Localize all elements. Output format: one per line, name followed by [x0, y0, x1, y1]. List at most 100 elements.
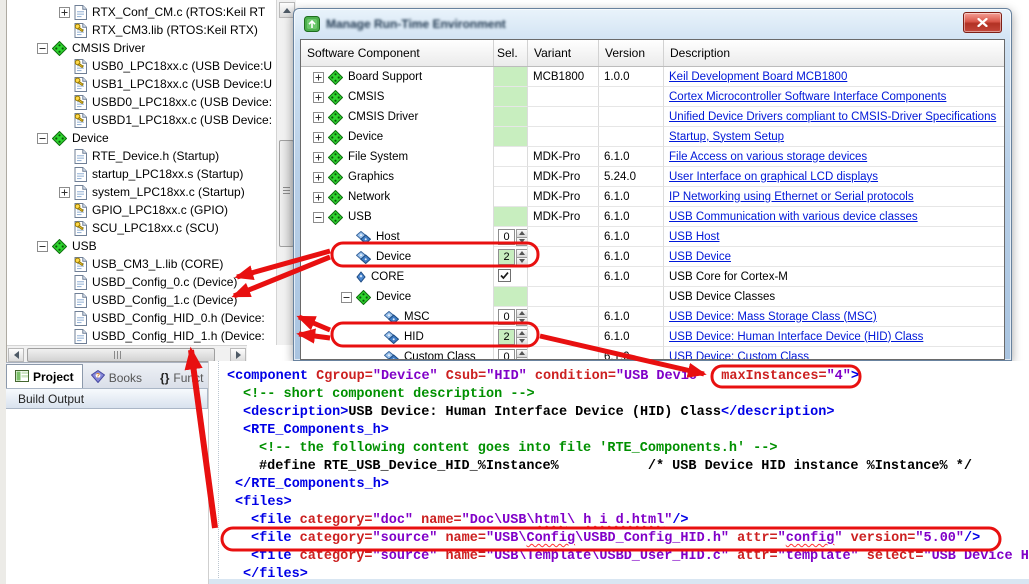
- tree-item-system_lpc18xx.c[interactable]: system_LPC18xx.c (Startup): [7, 183, 276, 201]
- arrow-down-icon: [519, 319, 525, 323]
- instance-count-stepper[interactable]: 0: [498, 229, 528, 245]
- description-link[interactable]: USB Device: Mass Storage Class (MSC): [669, 311, 877, 323]
- tree-item-usb0_lpc18xx.c[interactable]: USB0_LPC18xx.c (USB Device:U: [7, 57, 276, 75]
- tree-item-rte_device.h[interactable]: RTE_Device.h (Startup): [7, 147, 276, 165]
- rte-row-hid[interactable]: HID26.1.0USB Device: Human Interface Dev…: [301, 327, 1004, 347]
- stepper-buttons[interactable]: [516, 349, 528, 361]
- rte-row-msc[interactable]: MSC06.1.0USB Device: Mass Storage Class …: [301, 307, 1004, 327]
- stepper-buttons[interactable]: [516, 229, 528, 245]
- tree-item-usbd_config_hid_1.h[interactable]: USBD_Config_HID_1.h (Device:: [7, 327, 276, 345]
- rte-row-file-system[interactable]: File SystemMDK-Pro6.1.0File Access on va…: [301, 147, 1004, 167]
- expand-plus-box[interactable]: [313, 132, 324, 143]
- stepper-down-button[interactable]: [516, 357, 528, 361]
- description-link[interactable]: File Access on various storage devices: [669, 151, 867, 163]
- tree-item-usbd0_lpc18xx.c[interactable]: USBD0_LPC18xx.c (USB Device:: [7, 93, 276, 111]
- vertical-scroll-thumb[interactable]: [279, 140, 294, 247]
- tree-item-usbd_config_0.c[interactable]: USBD_Config_0.c (Device): [7, 273, 276, 291]
- scroll-right-button[interactable]: [230, 348, 246, 362]
- tree-item-cmsis[interactable]: CMSIS Driver: [7, 39, 276, 57]
- tree-item-usbd_config_1.c[interactable]: USBD_Config_1.c (Device): [7, 291, 276, 309]
- description-link[interactable]: Startup, System Setup: [669, 131, 784, 143]
- tree-item-usb1_lpc18xx.c[interactable]: USB1_LPC18xx.c (USB Device:U: [7, 75, 276, 93]
- build-output-panel[interactable]: [6, 409, 209, 584]
- tree-item-startup_lpc18xx.s[interactable]: startup_LPC18xx.s (Startup): [7, 165, 276, 183]
- description-link[interactable]: Unified Device Drivers compliant to CMSI…: [669, 111, 996, 123]
- scroll-left-button[interactable]: [8, 348, 24, 362]
- description-link[interactable]: USB Device: Custom Class: [669, 351, 809, 361]
- expand-plus-box[interactable]: [313, 92, 324, 103]
- rte-row-device[interactable]: DeviceStartup, System Setup: [301, 127, 1004, 147]
- tree-item-gpio_lpc18xx.c[interactable]: GPIO_LPC18xx.c (GPIO): [7, 201, 276, 219]
- arrow-down-icon: [519, 239, 525, 243]
- rte-row-board-support[interactable]: Board SupportMCB18001.0.0Keil Developmen…: [301, 67, 1004, 87]
- description-link[interactable]: User Interface on graphical LCD displays: [669, 171, 878, 183]
- stepper-buttons[interactable]: [516, 249, 528, 265]
- green-diamond-icon: [52, 239, 67, 254]
- rte-row-device[interactable]: DeviceUSB Device Classes: [301, 287, 1004, 307]
- expand-plus-box[interactable]: [313, 72, 324, 83]
- description-cell: USB Device: [664, 247, 1004, 267]
- description-link[interactable]: IP Networking using Ethernet or Serial p…: [669, 191, 914, 203]
- description-link[interactable]: USB Host: [669, 231, 720, 243]
- stepper-down-button[interactable]: [516, 317, 528, 326]
- tree-item-scu_lpc18xx.c[interactable]: SCU_LPC18xx.c (SCU): [7, 219, 276, 237]
- rte-row-cmsis-driver[interactable]: CMSIS DriverUnified Device Drivers compl…: [301, 107, 1004, 127]
- tree-item-usb_cm3_l.lib[interactable]: USB_CM3_L.lib (CORE): [7, 255, 276, 273]
- stepper-buttons[interactable]: [516, 329, 528, 345]
- rte-row-device[interactable]: Device26.1.0USB Device: [301, 247, 1004, 267]
- tree-item-device[interactable]: Device: [7, 129, 276, 147]
- collapse-minus-box[interactable]: [37, 241, 48, 252]
- description-cell: Startup, System Setup: [664, 127, 1004, 147]
- core-checkbox[interactable]: [496, 269, 511, 285]
- tab-books[interactable]: ? Books: [83, 367, 150, 389]
- tree-item-usbd1_lpc18xx.c[interactable]: USBD1_LPC18xx.c (USB Device:: [7, 111, 276, 129]
- collapse-minus-box[interactable]: [37, 43, 48, 54]
- tree-item-usb[interactable]: USB: [7, 237, 276, 255]
- description-link[interactable]: Keil Development Board MCB1800: [669, 71, 847, 83]
- stepper-down-button[interactable]: [516, 337, 528, 346]
- horizontal-scroll-thumb[interactable]: [27, 348, 215, 362]
- expand-plus-box[interactable]: [313, 172, 324, 183]
- instance-count-stepper[interactable]: 2: [498, 329, 528, 345]
- expand-plus-box[interactable]: [313, 192, 324, 203]
- rte-row-core[interactable]: CORE6.1.0USB Core for Cortex-M: [301, 267, 1004, 287]
- expand-plus-box[interactable]: [59, 187, 70, 198]
- variant-cell: MCB1800: [528, 67, 599, 87]
- description-link[interactable]: USB Communication with various device cl…: [669, 211, 918, 223]
- component-name-cell: MSC: [301, 307, 494, 327]
- stepper-down-button[interactable]: [516, 257, 528, 266]
- tab-project[interactable]: Project: [6, 364, 83, 389]
- component-name-cell: Board Support: [301, 67, 494, 87]
- tree-item-rtx_conf_cm.c[interactable]: RTX_Conf_CM.c (RTOS:Keil RT: [7, 3, 276, 21]
- rte-row-usb[interactable]: USBMDK-Pro6.1.0USB Communication with va…: [301, 207, 1004, 227]
- collapse-minus-box[interactable]: [313, 212, 324, 223]
- tree-item-usbd_config_hid_0.h[interactable]: USBD_Config_HID_0.h (Device:: [7, 309, 276, 327]
- stepper-down-button[interactable]: [516, 237, 528, 246]
- dialog-titlebar[interactable]: Manage Run-Time Environment: [294, 9, 1011, 39]
- collapse-minus-box[interactable]: [37, 133, 48, 144]
- expand-plus-box[interactable]: [313, 112, 324, 123]
- expand-plus-box[interactable]: [313, 152, 324, 163]
- tree-item-rtx_cm3.lib[interactable]: RTX_CM3.lib (RTOS:Keil RTX): [7, 21, 276, 39]
- instance-count-stepper[interactable]: 0: [498, 309, 528, 325]
- dialog-title: Manage Run-Time Environment: [326, 17, 506, 31]
- close-button[interactable]: [963, 12, 1002, 33]
- instance-count-stepper[interactable]: 2: [498, 249, 528, 265]
- description-link[interactable]: Cortex Microcontroller Software Interfac…: [669, 91, 946, 103]
- expand-plus-box[interactable]: [59, 7, 70, 18]
- stepper-buttons[interactable]: [516, 309, 528, 325]
- description-link[interactable]: USB Device: [669, 251, 731, 263]
- rte-row-custom-class[interactable]: Custom Class06.1.0USB Device: Custom Cla…: [301, 347, 1004, 360]
- rte-row-network[interactable]: NetworkMDK-Pro6.1.0IP Networking using E…: [301, 187, 1004, 207]
- indent-guide: [218, 361, 219, 578]
- build-output-title: Build Output: [18, 392, 84, 406]
- rte-row-graphics[interactable]: GraphicsMDK-Pro5.24.0User Interface on g…: [301, 167, 1004, 187]
- rte-row-cmsis[interactable]: CMSIS Cortex Microcontroller Software Int…: [301, 87, 1004, 107]
- collapse-minus-box[interactable]: [341, 292, 352, 303]
- instance-count-stepper[interactable]: 0: [498, 349, 528, 361]
- arrow-down-icon: [519, 259, 525, 263]
- rte-row-host[interactable]: Host06.1.0USB Host: [301, 227, 1004, 247]
- component-name-cell: CMSIS: [301, 87, 494, 107]
- tab-functions[interactable]: {} Funct: [152, 367, 211, 389]
- description-link[interactable]: USB Device: Human Interface Device (HID)…: [669, 331, 923, 343]
